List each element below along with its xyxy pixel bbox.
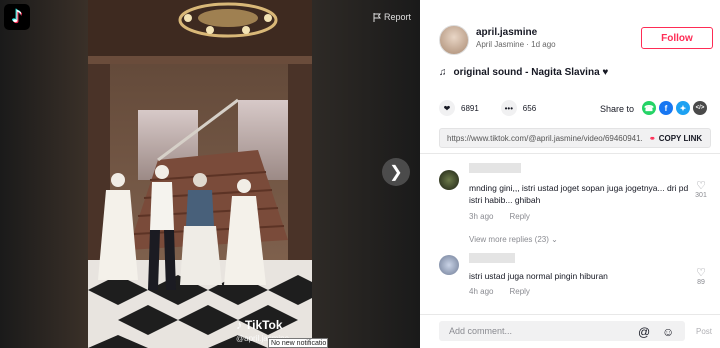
author-nickname: April Jasmine: [476, 40, 525, 49]
comment-like[interactable]: ♡ 89: [691, 267, 711, 286]
comment-meta: 4h ago Reply: [469, 287, 530, 296]
post-time: 1d ago: [531, 40, 556, 49]
reply-button[interactable]: Reply: [509, 212, 529, 221]
next-video-button[interactable]: ❯: [382, 158, 410, 186]
post-button[interactable]: Post: [696, 327, 712, 336]
author-subline: April Jasmine · 1d ago: [476, 40, 556, 49]
facebook-icon[interactable]: f: [659, 101, 673, 115]
stats-row: ❤ 6891 ••• 656: [439, 100, 536, 116]
chevron-right-icon: ❯: [389, 164, 403, 181]
comment-text: istri ustad juga normal pingin hiburan: [469, 271, 608, 281]
heart-icon[interactable]: ❤: [439, 100, 455, 116]
report-button[interactable]: Report: [373, 12, 411, 22]
twitter-icon[interactable]: ✦: [676, 101, 690, 115]
divider: [420, 153, 720, 154]
comment-username-redacted: [469, 253, 515, 263]
watermark-brand: TikTok: [245, 318, 283, 332]
details-panel: april.jasmine April Jasmine · 1d ago Fol…: [420, 0, 720, 348]
comment-like[interactable]: ♡ 301: [691, 180, 711, 199]
share-url[interactable]: https://www.tiktok.com/@april.jasmine/vi…: [447, 134, 643, 143]
comment-time: 4h ago: [469, 287, 494, 296]
comment-text: mnding gini,,, istri ustad joget sopan j…: [469, 183, 689, 205]
comment-username-redacted: [469, 163, 521, 173]
embed-icon[interactable]: </>: [693, 101, 707, 115]
tiktok-watermark: ♪ TikTok: [236, 318, 283, 332]
comment-avatar[interactable]: [439, 170, 459, 190]
comment-avatar[interactable]: [439, 255, 459, 275]
tiktok-logo-icon[interactable]: ♪: [4, 4, 30, 30]
report-label: Report: [384, 12, 412, 22]
notification-tooltip: No new notificatio: [268, 338, 328, 348]
flag-icon: [373, 12, 381, 22]
comment-icon[interactable]: •••: [500, 100, 517, 116]
link-icon: ⚭: [649, 133, 656, 143]
comment-count: 656: [522, 103, 537, 113]
video-scene: [88, 0, 312, 348]
author-username[interactable]: april.jasmine: [476, 27, 537, 38]
mention-icon[interactable]: @: [638, 325, 650, 339]
video-frame[interactable]: [88, 0, 312, 348]
comment-composer: Add comment... @ ☺ Post: [420, 314, 720, 348]
heart-outline-icon[interactable]: ♡: [691, 267, 711, 279]
comment-like-count: 301: [695, 192, 707, 199]
share-link-box: https://www.tiktok.com/@april.jasmine/vi…: [439, 128, 711, 148]
whatsapp-icon[interactable]: ☎: [642, 101, 656, 115]
emoji-icon[interactable]: ☺: [662, 325, 674, 339]
video-blur-left: [0, 0, 88, 348]
share-icons: ☎ f ✦ </>: [642, 101, 707, 115]
author-avatar[interactable]: [439, 25, 469, 55]
sound-link[interactable]: ♫ original sound - Nagita Slavina ♥: [439, 67, 608, 78]
follow-button[interactable]: Follow: [641, 27, 713, 49]
comment-meta: 3h ago Reply: [469, 212, 530, 221]
heart-outline-icon[interactable]: ♡: [691, 180, 711, 192]
comment-time: 3h ago: [469, 212, 494, 221]
like-count: 6891: [461, 103, 479, 113]
tiktok-note-icon: ♪: [236, 318, 242, 332]
video-player[interactable]: ♪ Report ❯ ♪ TikTok @april.jasmine: [0, 0, 420, 348]
view-more-replies[interactable]: View more replies (23) ⌄: [469, 235, 558, 244]
copy-link-button[interactable]: ⚭ COPY LINK: [649, 134, 702, 143]
comment-like-count: 89: [697, 279, 705, 286]
share-label: Share to: [600, 104, 635, 114]
sound-title: original sound - Nagita Slavina ♥: [453, 67, 609, 78]
music-note-icon: ♫: [439, 67, 447, 78]
copy-link-label: COPY LINK: [658, 133, 703, 143]
reply-button[interactable]: Reply: [509, 287, 529, 296]
